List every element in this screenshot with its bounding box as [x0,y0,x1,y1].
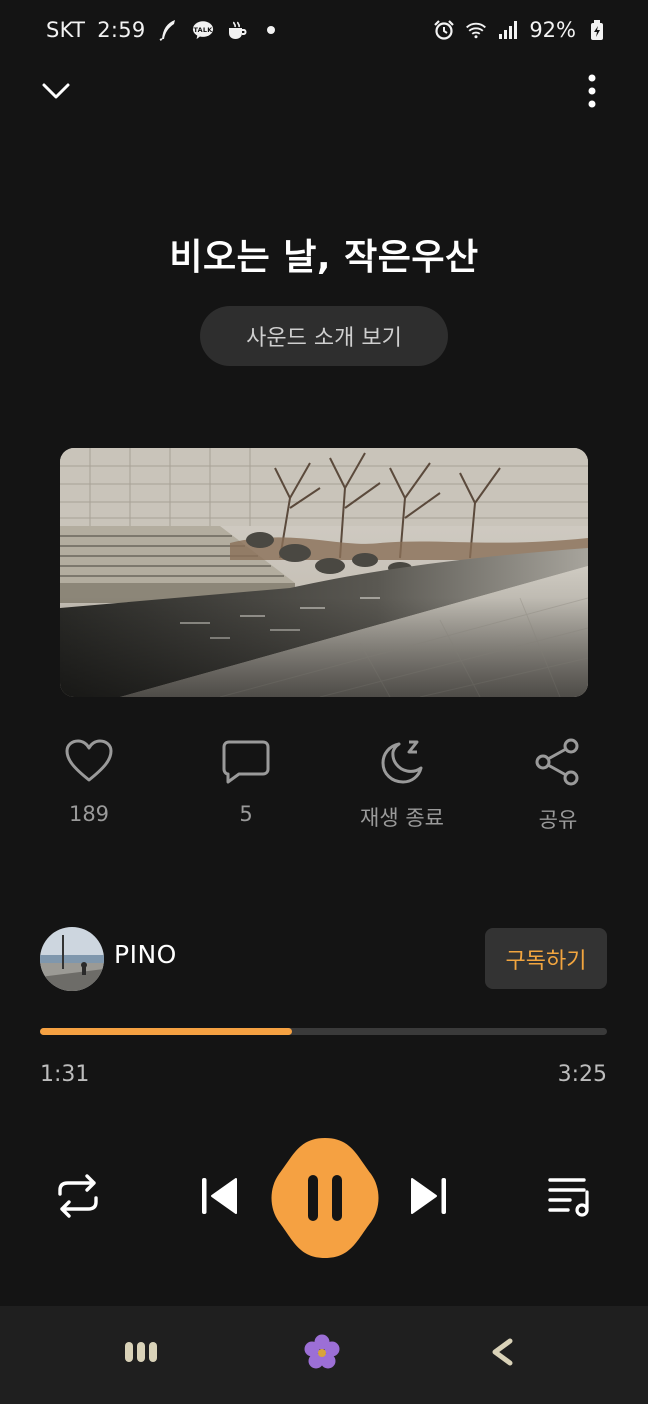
recent-apps-button[interactable] [111,1328,171,1380]
back-icon [488,1337,516,1371]
progress-bar[interactable] [40,1028,607,1035]
track-title: 비오는 날, 작은우산 [169,237,479,278]
pause-button[interactable] [271,1138,379,1258]
alarm-icon [433,19,455,41]
more-vertical-icon [587,74,597,112]
repeat-button[interactable] [50,1170,106,1226]
status-bar-right: 92% [433,18,608,42]
dot-icon [260,19,282,41]
channel-avatar[interactable] [40,927,104,991]
sound-intro-button[interactable]: 사운드 소개 보기 [200,306,448,366]
talk-icon: TALK [192,19,214,41]
comment-count: 5 [239,802,253,826]
pause-button-shape [271,1138,379,1258]
next-button[interactable] [404,1170,454,1226]
playlist-icon [546,1174,594,1222]
previous-button[interactable] [194,1170,244,1226]
subscribe-button[interactable]: 구독하기 [485,928,607,989]
comment-icon [221,738,271,788]
coffee-icon [226,19,248,41]
back-button[interactable] [472,1328,532,1380]
signal-icon [497,19,519,41]
battery-percent: 92% [529,18,576,42]
recent-apps-icon [124,1340,158,1368]
like-action[interactable]: 189 [29,738,149,826]
more-options-button[interactable] [570,71,614,115]
chevron-down-icon [41,81,71,105]
playlist-button[interactable] [542,1170,598,1226]
clock: 2:59 [97,18,146,42]
track-artwork [60,448,588,697]
talk-badge-text: TALK [193,26,213,34]
share-label: 공유 [538,808,578,832]
repeat-icon [54,1172,102,1224]
sleep-timer-label: 재생 종료 [360,806,444,830]
carrier-label: SKT [46,18,86,42]
home-flower-icon [304,1334,340,1374]
current-time: 1:31 [40,1062,90,1087]
battery-icon [586,19,608,41]
previous-icon [198,1176,240,1220]
wifi-icon [465,19,487,41]
status-bar-left: SKT 2:59 TALK [46,18,282,42]
progress-fill [40,1028,292,1035]
feather-icon [158,19,180,41]
channel-name[interactable]: PINO [114,940,177,969]
sleep-timer-action[interactable]: 재생 종료 [342,738,462,832]
like-count: 189 [68,802,110,826]
total-time: 3:25 [557,1062,607,1087]
share-action[interactable]: 공유 [498,738,618,834]
heart-icon [64,738,114,788]
next-icon [408,1176,450,1220]
home-button[interactable] [292,1328,352,1380]
sleep-timer-icon [377,738,427,788]
comment-action[interactable]: 5 [186,738,306,826]
collapse-player-button[interactable] [34,71,78,115]
share-icon [533,738,583,790]
